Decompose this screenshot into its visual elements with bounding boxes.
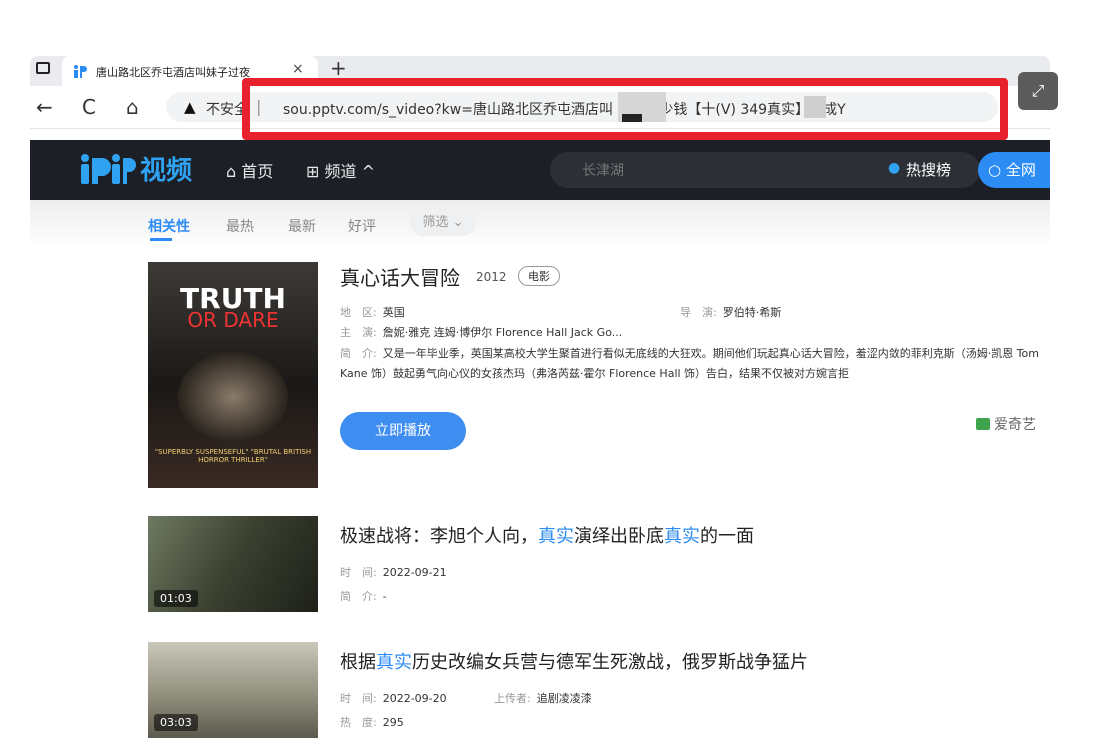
title-part: 极速战将：李旭个人向， (340, 526, 538, 547)
type-badge: 电影 (518, 266, 560, 286)
time-label: 时 间: (340, 566, 377, 579)
director-value[interactable]: 罗伯特·希斯 (723, 306, 782, 319)
nav-channel-label: 频道 (324, 162, 357, 181)
home-icon: ⌂ (226, 162, 242, 181)
iqiyi-icon (976, 418, 990, 430)
title-part: 的一面 (700, 526, 754, 547)
pptv-logo-icon[interactable] (78, 152, 136, 186)
expand-icon[interactable]: ⤢ (1018, 72, 1058, 110)
movie-year: 2012 (476, 270, 507, 284)
tab-relevance[interactable]: 相关性 (148, 216, 190, 236)
nav-channel[interactable]: ⊞ 频道 ^ (306, 158, 375, 182)
time-label: 时 间: (340, 692, 377, 705)
grid-icon: ⊞ (306, 162, 325, 181)
title-highlight: 真实 (664, 526, 700, 547)
search-input[interactable] (580, 160, 784, 182)
intro-label: 简 介: (340, 347, 377, 360)
time-row: 时 间: 2022-09-21 (340, 564, 447, 580)
region-label: 地 区: (340, 306, 377, 319)
nav-home[interactable]: ⌂ 首页 (226, 158, 273, 182)
title-highlight: 真实 (538, 526, 574, 547)
video-intro-row: 简 介: - (340, 588, 387, 604)
chevron-up-icon: ^ (356, 162, 376, 181)
url-highlight-annotation (242, 78, 1008, 140)
source-label: 爱奇艺 (994, 417, 1036, 433)
pptv-favicon-icon (74, 65, 87, 78)
window-menu-icon[interactable] (36, 62, 50, 74)
movie-title[interactable]: 真心话大冒险 (340, 262, 460, 291)
video-title[interactable]: 根据真实历史改编女兵营与德军生死激战，俄罗斯战争猛片 (340, 648, 808, 674)
title-highlight: 真实 (376, 652, 412, 673)
nav-home-label: 首页 (241, 162, 274, 181)
chevron-down-icon: ⌄ (448, 215, 464, 230)
time-value: 2022-09-21 (382, 566, 447, 579)
logo-text[interactable]: 视频 (140, 150, 192, 187)
uploader-label: 上传者: (494, 692, 531, 705)
cast-row: 主 演: 詹妮·雅克 连姆·博伊尔 Florence Hall Jack Go..… (340, 324, 622, 340)
search-button-label: 全网 (1005, 161, 1036, 179)
warning-icon: ▲ (184, 98, 196, 116)
title-part: 历史改编女兵营与德军生死激战，俄罗斯战争猛片 (412, 652, 808, 673)
poster-artwork (178, 352, 288, 442)
title-part: 演绎出卧底 (574, 526, 664, 547)
intro-text: 又是一年毕业季，英国某高校大学生聚首进行看似无底线的大狂欢。期间他们玩起真心话大… (340, 347, 1040, 380)
tab-best-rated[interactable]: 好评 (348, 216, 376, 236)
filter-button[interactable]: 筛选 ⌄ (410, 210, 476, 236)
time-value: 2022-09-20 (382, 692, 447, 705)
tab-newest[interactable]: 最新 (288, 216, 316, 236)
uploader-value[interactable]: 追剧凌凌漆 (537, 692, 592, 705)
intro-label: 简 介: (340, 590, 377, 603)
poster-title-line2: OR DARE (187, 308, 279, 332)
uploader-row: 上传者: 追剧凌凌漆 (494, 690, 592, 706)
hot-search-link[interactable]: 热搜榜 (906, 159, 951, 180)
duration-badge: 03:03 (154, 714, 198, 731)
flame-icon: ● (888, 160, 901, 176)
intro-row: 简 介: 又是一年毕业季，英国某高校大学生聚首进行看似无底线的大狂欢。期间他们玩起… (340, 344, 1050, 384)
cast-label: 主 演: (340, 326, 377, 339)
video-title[interactable]: 极速战将：李旭个人向，真实演绎出卧底真实的一面 (340, 522, 754, 548)
source-link[interactable]: 爱奇艺 (976, 414, 1036, 434)
director-label: 导 演: (680, 306, 717, 319)
tab-hottest[interactable]: 最热 (226, 216, 254, 236)
title-part: 根据 (340, 652, 376, 673)
filter-label: 筛选 (422, 215, 449, 230)
tab-close-button[interactable]: × (292, 61, 304, 77)
back-button[interactable]: ← (36, 93, 53, 121)
movie-poster[interactable]: TRUTH OR DARE "SUPERBLY SUSPENSEFUL" "BR… (148, 262, 318, 488)
reload-button[interactable]: C (82, 93, 96, 121)
new-tab-button[interactable]: + (330, 56, 347, 80)
heat-value: 295 (382, 716, 404, 729)
active-tab-underline (150, 238, 172, 241)
search-icon: ○ (988, 161, 1006, 179)
region-value: 英国 (382, 306, 405, 319)
poster-quote: "SUPERBLY SUSPENSEFUL" "BRUTAL BRITISH H… (154, 448, 312, 464)
cast-value[interactable]: 詹妮·雅克 连姆·博伊尔 Florence Hall Jack Go... (383, 326, 623, 339)
home-button[interactable]: ⌂ (126, 93, 139, 121)
heat-row: 热 度: 295 (340, 714, 404, 730)
region-row: 地 区: 英国 (340, 304, 405, 320)
play-now-button[interactable]: 立即播放 (340, 412, 466, 450)
time-row: 时 间: 2022-09-20 (340, 690, 447, 706)
intro-value: - (382, 590, 387, 603)
director-row: 导 演: 罗伯特·希斯 (680, 304, 781, 320)
search-button[interactable]: ○ 全网 (978, 152, 1050, 188)
duration-badge: 01:03 (154, 590, 198, 607)
heat-label: 热 度: (340, 716, 377, 729)
